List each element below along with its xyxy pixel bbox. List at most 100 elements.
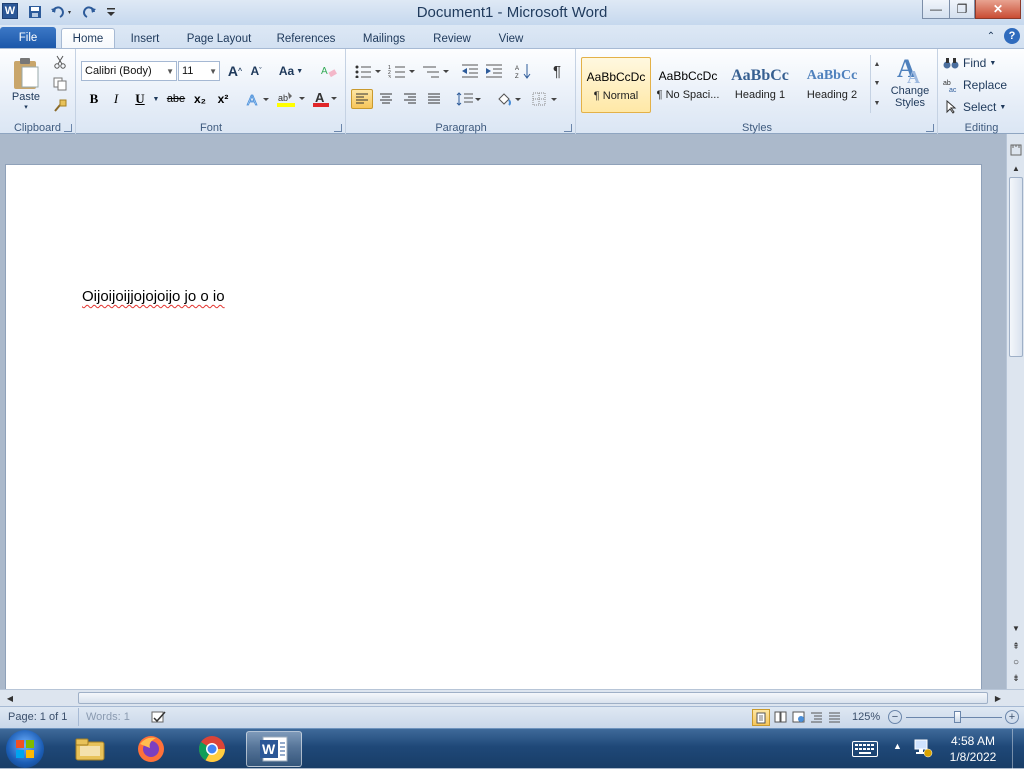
clock[interactable]: 4:58 AM 1/8/2022	[940, 733, 1006, 765]
font-name-combo[interactable]: Calibri (Body) ▼	[81, 61, 177, 81]
scroll-left-icon[interactable]: ◀	[2, 691, 18, 706]
borders-icon[interactable]	[531, 89, 559, 109]
more-styles-icon[interactable]: ▼	[874, 100, 881, 107]
sort-icon[interactable]: AZ	[513, 61, 535, 81]
zoom-out-icon[interactable]: −	[888, 710, 902, 724]
tab-file[interactable]: File	[0, 27, 56, 49]
paste-button[interactable]: Paste ▾	[6, 53, 46, 115]
style-no-spacing[interactable]: AaBbCcDc ¶ No Spaci...	[653, 57, 723, 113]
chevron-down-icon[interactable]: ▼	[151, 89, 161, 109]
strikethrough-button[interactable]: abe	[165, 89, 187, 109]
help-icon[interactable]: ?	[1004, 28, 1020, 44]
vertical-scroll-thumb[interactable]	[1009, 177, 1023, 357]
align-right-icon[interactable]	[399, 89, 421, 109]
clipboard-launcher-icon[interactable]	[64, 124, 72, 132]
grow-font-button[interactable]: A ^	[226, 61, 244, 81]
bullets-icon[interactable]	[353, 61, 383, 81]
change-case-button[interactable]: Aa ▼	[277, 61, 305, 81]
paragraph-launcher-icon[interactable]	[564, 124, 572, 132]
align-center-icon[interactable]	[375, 89, 397, 109]
shrink-font-button[interactable]: Aˇ	[247, 61, 265, 81]
increase-indent-icon[interactable]	[483, 61, 505, 81]
save-icon[interactable]	[26, 3, 44, 21]
text-effects-icon[interactable]: A	[245, 89, 271, 109]
file-explorer-icon[interactable]	[62, 731, 118, 767]
find-button[interactable]: Find ▼	[943, 53, 1019, 73]
outline-icon[interactable]	[810, 711, 824, 726]
previous-page-icon[interactable]: ⇞	[1008, 639, 1024, 654]
chevron-down-icon[interactable]	[104, 3, 118, 21]
zoom-slider-thumb[interactable]	[954, 711, 961, 723]
horizontal-scrollbar[interactable]: ◀ ▶	[0, 689, 1024, 706]
superscript-button[interactable]: x²	[213, 89, 233, 109]
word-icon[interactable]: W	[2, 3, 18, 19]
zoom-level[interactable]: 125%	[852, 711, 880, 723]
web-layout-icon[interactable]	[792, 711, 806, 726]
chrome-icon[interactable]	[184, 731, 240, 767]
scroll-up-icon[interactable]: ▲	[1008, 161, 1024, 176]
horizontal-scroll-thumb[interactable]	[78, 692, 988, 704]
shading-icon[interactable]	[495, 89, 523, 109]
show-formatting-button[interactable]: ¶	[547, 61, 567, 81]
copy-icon[interactable]	[50, 75, 70, 93]
change-styles-button[interactable]: AA Change Styles	[887, 53, 933, 117]
tab-page-layout[interactable]: Page Layout	[180, 28, 258, 49]
restore-button[interactable]: ❐	[949, 0, 975, 19]
scroll-right-icon[interactable]: ▶	[990, 691, 1006, 706]
replace-button[interactable]: ab ac Replace	[943, 75, 1019, 95]
tab-review[interactable]: Review	[426, 28, 478, 49]
tab-view[interactable]: View	[490, 28, 532, 49]
browse-object-icon[interactable]: ○	[1008, 655, 1024, 670]
word-count[interactable]: Words: 1	[86, 711, 130, 723]
tab-insert[interactable]: Insert	[122, 28, 168, 49]
highlight-icon[interactable]: ab	[275, 89, 307, 109]
keyboard-icon[interactable]	[852, 741, 878, 757]
chevron-down-icon[interactable]: ▼	[874, 80, 881, 87]
font-size-combo[interactable]: 11 ▼	[178, 61, 220, 81]
proofing-icon[interactable]	[150, 710, 168, 727]
style-heading-2[interactable]: AaBbCc Heading 2	[797, 57, 867, 113]
close-button[interactable]: ✕	[975, 0, 1021, 19]
underline-button[interactable]: U	[131, 89, 149, 109]
show-desktop-button[interactable]	[1012, 729, 1024, 769]
bold-button[interactable]: B	[85, 89, 103, 109]
ruler-toggle-icon[interactable]	[1008, 142, 1024, 157]
draft-icon[interactable]	[828, 711, 842, 726]
undo-icon[interactable]	[48, 3, 76, 21]
zoom-in-icon[interactable]: +	[1005, 710, 1019, 724]
justify-icon[interactable]	[423, 89, 445, 109]
clear-formatting-icon[interactable]: A	[319, 61, 339, 81]
word-taskbar-icon[interactable]: W	[246, 731, 302, 767]
numbering-icon[interactable]: 123	[387, 61, 417, 81]
firefox-icon[interactable]	[123, 731, 179, 767]
scroll-down-icon[interactable]: ▼	[1008, 621, 1024, 636]
document-text[interactable]: Oijoijoijjojojoijo jo o io	[82, 288, 225, 305]
styles-scroll[interactable]: ▲ ▼ ▼	[870, 55, 883, 113]
subscript-button[interactable]: x₂	[190, 89, 210, 109]
line-spacing-icon[interactable]	[455, 89, 483, 109]
document-page[interactable]: Oijoijoijjojojoijo jo o io	[5, 164, 982, 694]
styles-launcher-icon[interactable]	[926, 124, 934, 132]
network-icon[interactable]	[912, 737, 934, 762]
start-button[interactable]	[6, 730, 44, 768]
show-hidden-icons-icon[interactable]: ▲	[893, 741, 902, 751]
minimize-ribbon-icon[interactable]: ⌃	[984, 29, 998, 43]
tab-references[interactable]: References	[270, 28, 342, 49]
next-page-icon[interactable]: ⇟	[1008, 671, 1024, 686]
font-launcher-icon[interactable]	[334, 124, 342, 132]
chevron-up-icon[interactable]: ▲	[874, 61, 881, 68]
decrease-indent-icon[interactable]	[459, 61, 481, 81]
format-painter-icon[interactable]	[50, 97, 70, 115]
style-heading-1[interactable]: AaBbCc Heading 1	[725, 57, 795, 113]
vertical-scrollbar[interactable]: ▲ ▼ ⇞ ○ ⇟	[1006, 134, 1024, 689]
cut-icon[interactable]	[50, 53, 70, 71]
font-color-icon[interactable]: A	[311, 89, 339, 109]
full-screen-reading-icon[interactable]	[774, 711, 788, 726]
multilevel-list-icon[interactable]	[421, 61, 451, 81]
tab-mailings[interactable]: Mailings	[354, 28, 414, 49]
page-count[interactable]: Page: 1 of 1	[8, 711, 67, 723]
tab-home[interactable]: Home	[61, 28, 115, 49]
select-button[interactable]: Select ▼	[943, 97, 1019, 117]
redo-icon[interactable]	[80, 3, 100, 21]
print-layout-icon[interactable]	[752, 709, 770, 726]
